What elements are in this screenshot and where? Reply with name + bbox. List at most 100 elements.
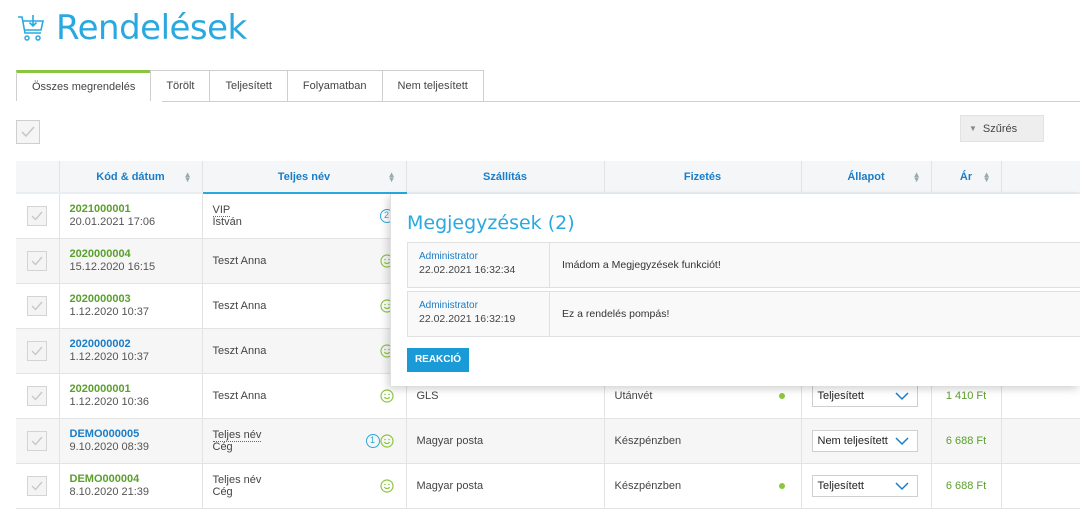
row-checkbox-cell (16, 238, 60, 284)
payment-cell: Készpénzben (604, 463, 802, 509)
note-item: Administrator 22.02.2021 16:32:34 Imádom… (407, 242, 1080, 288)
header-select (16, 161, 60, 194)
order-code[interactable]: 2020000004 (70, 248, 202, 260)
row-checkbox[interactable] (27, 295, 48, 316)
header-status[interactable]: Állapot ▲ ▼ (801, 161, 932, 194)
customer-name: Teszt Anna (212, 344, 267, 357)
table-row[interactable]: DEMO000005 9.10.2020 08:39 Teljes név Cég… (16, 418, 1080, 464)
order-code[interactable]: 2020000003 (70, 293, 202, 305)
payment-status-dot (778, 392, 785, 399)
order-date: 15.12.2020 16:15 (69, 261, 156, 273)
price-cell: 6 688 Ft (931, 418, 1002, 464)
smiley-icon[interactable] (379, 388, 394, 403)
tab-all-orders[interactable]: Összes megrendelés (16, 70, 152, 101)
note-date: 22.02.2021 16:32:34 (419, 264, 516, 276)
note-text: Imádom a Megjegyzések funkciót! (562, 259, 721, 271)
price-cell: 6 688 Ft (931, 463, 1002, 509)
notes-count-badge[interactable]: 1 (365, 433, 380, 448)
note-date: 22.02.2021 16:32:19 (419, 313, 516, 325)
payment-cell: Készpénzben (604, 418, 802, 464)
status-cell: Teljesített (801, 463, 932, 509)
code-date-cell: 2020000001 1.12.2020 10:36 (59, 373, 203, 419)
order-code[interactable]: 2020000002 (70, 338, 202, 350)
customer-name-2: Cég (212, 485, 233, 498)
status-select[interactable]: Nem teljesített (811, 429, 918, 452)
order-code[interactable]: DEMO000005 (70, 428, 202, 440)
header-full-name[interactable]: Teljes név ▲ ▼ (202, 161, 407, 194)
name-cell: Teszt Anna (202, 373, 407, 419)
table-row[interactable]: DEMO000004 8.10.2020 21:39 Teljes név Cég… (16, 463, 1080, 509)
row-checkbox[interactable] (27, 340, 48, 361)
page-title: Rendelések (56, 8, 247, 48)
sort-icon: ▲ ▼ (912, 170, 921, 184)
code-date-cell: 2020000002 1.12.2020 10:37 (59, 328, 203, 374)
smiley-icon[interactable] (379, 433, 394, 448)
order-code[interactable]: 2021000001 (70, 203, 202, 215)
customer-name: Teljes név (212, 473, 262, 486)
note-meta: Administrator 22.02.2021 16:32:34 (408, 243, 550, 287)
row-checkbox-cell (16, 418, 60, 464)
customer-name: Teszt Anna (212, 254, 267, 267)
row-checkbox-cell (16, 328, 60, 374)
note-author[interactable]: Administrator (419, 300, 549, 311)
chevron-down-icon (894, 436, 909, 445)
customer-name[interactable]: VIP (212, 203, 231, 217)
order-date: 8.10.2020 21:39 (69, 486, 150, 498)
status-value: Teljesített (817, 389, 864, 402)
status-value: Nem teljesített (817, 434, 888, 447)
filter-button[interactable]: ▼ Szűrés (960, 115, 1044, 142)
name-cell: Teljes név Cég (202, 463, 407, 509)
name-cell: Teszt Anna (202, 328, 407, 374)
tab-completed[interactable]: Teljesített (209, 70, 288, 101)
status-value: Teljesített (817, 479, 864, 492)
row-checkbox[interactable] (27, 205, 48, 226)
row-checkbox[interactable] (27, 430, 48, 451)
row-checkbox[interactable] (27, 250, 48, 271)
sort-icon: ▲ ▼ (982, 170, 991, 184)
name-cell: VIP István 2 (202, 193, 407, 239)
notes-popup: Megjegyzések (2) Administrator 22.02.202… (390, 194, 1080, 386)
status-select[interactable]: Teljesített (811, 474, 918, 497)
react-button[interactable]: REAKCIÓ (407, 348, 469, 372)
customer-name[interactable]: Teljes név (212, 428, 262, 442)
name-cell: Teszt Anna (202, 283, 407, 329)
customer-name: Teszt Anna (212, 299, 267, 312)
order-date: 1.12.2020 10:37 (69, 306, 150, 318)
name-cell: Teszt Anna (202, 238, 407, 284)
header-shipping: Szállítás (406, 161, 605, 194)
table-header-row: Kód & dátum ▲ ▼ Teljes név ▲ ▼ Szállítás Fiz… (16, 161, 1080, 194)
select-all-checkbox[interactable] (16, 120, 40, 144)
actions-cell (1001, 463, 1080, 509)
status-cell: Nem teljesített (801, 418, 932, 464)
row-checkbox[interactable] (27, 475, 48, 496)
row-checkbox-cell (16, 373, 60, 419)
tab-in-progress[interactable]: Folyamatban (286, 70, 383, 101)
shipping-cell: Magyar posta (406, 418, 605, 464)
notes-popup-title: Megjegyzések (2) (407, 212, 575, 234)
status-select[interactable]: Teljesített (811, 384, 918, 407)
actions-cell (1001, 418, 1080, 464)
code-date-cell: DEMO000005 9.10.2020 08:39 (59, 418, 203, 464)
note-meta: Administrator 22.02.2021 16:32:19 (408, 292, 550, 336)
note-author[interactable]: Administrator (419, 251, 549, 262)
sort-icon: ▲ ▼ (183, 170, 192, 184)
tab-deleted[interactable]: Törölt (150, 70, 211, 101)
code-date-cell: DEMO000004 8.10.2020 21:39 (59, 463, 203, 509)
tab-not-completed[interactable]: Nem teljesített (381, 70, 484, 101)
row-checkbox[interactable] (27, 385, 48, 406)
payment-method: Utánvét (614, 389, 653, 402)
order-code[interactable]: DEMO000004 (70, 473, 202, 485)
payment-method: Készpénzben (614, 434, 682, 447)
order-code[interactable]: 2020000001 (70, 383, 202, 395)
customer-name-2: István (212, 215, 242, 228)
chevron-down-icon (894, 391, 909, 400)
payment-status-dot (778, 482, 785, 489)
header-code-date[interactable]: Kód & dátum ▲ ▼ (59, 161, 203, 194)
page-header: Rendelések (16, 8, 247, 48)
code-date-cell: 2021000001 20.01.2021 17:06 (59, 193, 203, 239)
smiley-icon[interactable] (379, 478, 394, 493)
header-price[interactable]: Ár ▲ ▼ (931, 161, 1002, 194)
filter-label: Szűrés (982, 122, 1018, 135)
caret-down-icon: ▼ (969, 124, 977, 133)
code-date-cell: 2020000003 1.12.2020 10:37 (59, 283, 203, 329)
